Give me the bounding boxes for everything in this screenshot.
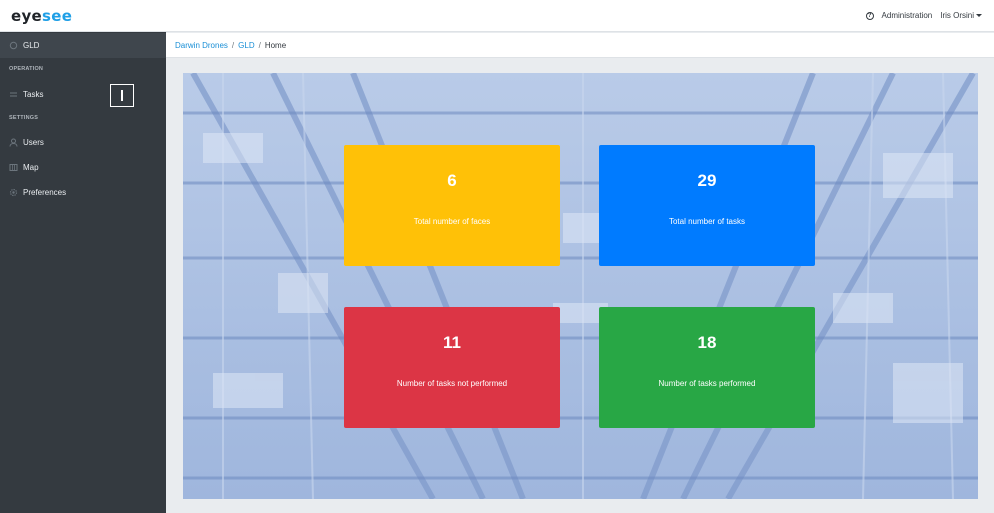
warehouse-background-image bbox=[183, 73, 978, 499]
breadcrumb-current-home: Home bbox=[264, 40, 287, 50]
tasks-icon bbox=[9, 90, 18, 99]
logo-text-eye: eye bbox=[11, 7, 43, 25]
stat-value: 18 bbox=[697, 333, 717, 352]
question-circle-icon[interactable]: ? bbox=[865, 11, 874, 20]
breadcrumb-separator: / bbox=[231, 40, 235, 50]
top-navbar: eyesee ? Administration Iris Orsini bbox=[0, 0, 994, 32]
user-menu-dropdown[interactable]: Iris Orsini bbox=[940, 11, 982, 20]
breadcrumb-link-darwin-drones[interactable]: Darwin Drones bbox=[175, 41, 228, 50]
user-name: Iris Orsini bbox=[940, 11, 974, 20]
stat-value: 29 bbox=[697, 171, 717, 190]
breadcrumb-link-gld[interactable]: GLD bbox=[238, 41, 254, 50]
sidebar: GLD OPERATION Tasks SETTINGS Users Map P… bbox=[0, 32, 166, 513]
logo-text-see: see bbox=[42, 7, 73, 25]
eyesee-logo[interactable]: eyesee bbox=[11, 7, 72, 25]
stat-card-tasks-not-performed[interactable]: 11 Number of tasks not performed bbox=[344, 307, 560, 428]
breadcrumb: Darwin Drones / GLD / Home bbox=[166, 33, 994, 58]
users-icon bbox=[9, 138, 18, 147]
stat-label: Total number of tasks bbox=[668, 217, 746, 226]
map-icon bbox=[9, 163, 18, 172]
sidebar-item-users[interactable]: Users bbox=[0, 130, 166, 155]
warehouse-illustration bbox=[183, 73, 978, 499]
sidebar-item-label: Map bbox=[23, 163, 39, 172]
stat-label: Total number of faces bbox=[413, 217, 491, 226]
gear-icon bbox=[9, 188, 18, 197]
sidebar-item-label: Users bbox=[23, 138, 44, 147]
breadcrumb-separator: / bbox=[258, 40, 261, 50]
top-right-menu: ? Administration Iris Orsini bbox=[865, 11, 982, 20]
stat-card-tasks-performed[interactable]: 18 Number of tasks performed bbox=[599, 307, 815, 428]
drone-icon bbox=[9, 41, 18, 50]
stat-card-total-tasks[interactable]: 29 Total number of tasks bbox=[599, 145, 815, 266]
sidebar-item-tasks[interactable]: Tasks bbox=[0, 82, 166, 107]
sidebar-item-gld[interactable]: GLD bbox=[0, 33, 166, 58]
sidebar-item-map[interactable]: Map bbox=[0, 155, 166, 180]
chevron-down-icon bbox=[976, 14, 982, 17]
stat-value: 6 bbox=[447, 171, 457, 190]
sidebar-item-label: GLD bbox=[23, 41, 40, 50]
sidebar-item-preferences[interactable]: Preferences bbox=[0, 180, 166, 205]
sidebar-item-label: Preferences bbox=[23, 188, 67, 197]
sidebar-section-settings: SETTINGS bbox=[9, 115, 39, 121]
stat-label: Number of tasks performed bbox=[658, 379, 756, 388]
stat-label: Number of tasks not performed bbox=[396, 379, 508, 388]
administration-link[interactable]: Administration bbox=[882, 11, 933, 20]
stat-card-total-faces[interactable]: 6 Total number of faces bbox=[344, 145, 560, 266]
sidebar-section-operation: OPERATION bbox=[9, 66, 44, 72]
sidebar-item-label: Tasks bbox=[23, 90, 44, 99]
stat-value: 11 bbox=[443, 333, 461, 352]
text-cursor-overlay bbox=[110, 84, 134, 107]
